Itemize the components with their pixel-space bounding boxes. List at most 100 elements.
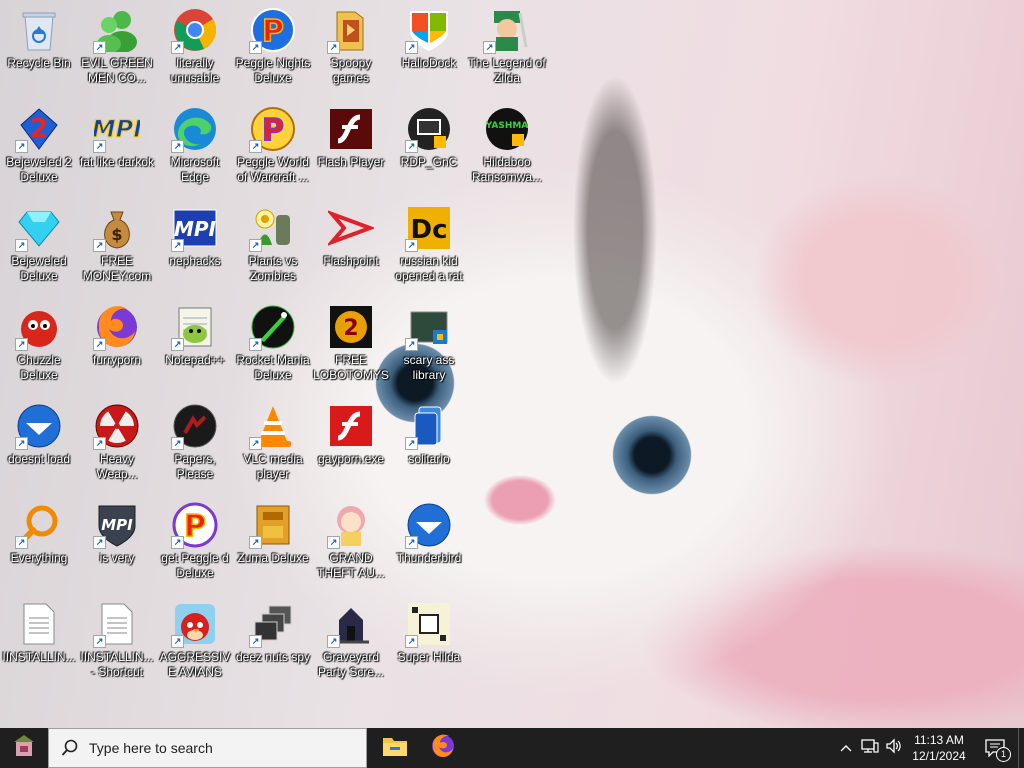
desktop-icon-get-peggle[interactable]: P ↗ get Peggle d Deluxe [156, 501, 234, 581]
shortcut-arrow-icon: ↗ [483, 41, 496, 54]
firefox-icon: ↗ [93, 303, 141, 351]
desktop-icon-label: Chuzzle Deluxe [17, 353, 61, 382]
mpi-icon: MPI ↗ [93, 105, 141, 153]
desktop-icon-notepad-plus-plus[interactable]: ↗ Notepad++ [156, 303, 234, 368]
shortcut-arrow-icon: ↗ [249, 41, 262, 54]
search-placeholder: Type here to search [89, 740, 213, 756]
search-magnifier-icon: ↗ [15, 501, 63, 549]
desktop-icon-label: literally unusable [170, 56, 220, 85]
desktop-icon-furryporn[interactable]: ↗ furryporn [78, 303, 156, 368]
rocket-icon: ↗ [249, 303, 297, 351]
desktop-icon-spoopy-games[interactable]: ↗ Spoopy games [312, 6, 390, 86]
network-status-button[interactable] [858, 728, 882, 768]
desktop-icon-recycle-bin[interactable]: Recycle Bin [0, 6, 78, 71]
action-center-button[interactable]: 1 [980, 728, 1011, 768]
desktop-icon-label: solitario [408, 452, 450, 466]
desktop-icon-russian-kid[interactable]: Dc ↗ russian kid opened a rat [390, 204, 468, 284]
taskbar-app-firefox[interactable] [419, 728, 467, 768]
mpi-shield-icon: MPI ↗ [93, 501, 141, 549]
svg-text:YASHMA: YASHMA [485, 121, 529, 131]
clock[interactable]: 11:13 AM 12/1/2024 [900, 732, 978, 764]
desktop-icon-label: Everything [10, 551, 68, 565]
start-menu-icon [10, 732, 38, 765]
desktop-icon-label: HalloDock [401, 56, 457, 70]
desktop-icon-solitario[interactable]: ↗ solitario [390, 402, 468, 467]
windows-shield-icon: ↗ [405, 6, 453, 54]
desktop-icon-peggle-world-of-warcraft[interactable]: P ↗ Peggle World of Warcraft ... [234, 105, 312, 185]
green-men-icon: ↗ [93, 6, 141, 54]
chevron-up-icon [840, 739, 852, 757]
shortcut-arrow-icon: ↗ [249, 140, 262, 153]
notepadpp-icon: ↗ [171, 303, 219, 351]
search-box[interactable]: Type here to search [48, 728, 367, 768]
desktop-icon-rdp-gnc[interactable]: ↗ RDP_GnC [390, 105, 468, 170]
desktop-icon-peggle-nights[interactable]: P ↗ Peggle Nights Deluxe [234, 6, 312, 86]
desktop-icon-thunderbird[interactable]: ↗ Thunderbird [390, 501, 468, 566]
radiation-icon: ↗ [93, 402, 141, 450]
svg-text:P: P [184, 509, 206, 544]
shortcut-arrow-icon: ↗ [405, 338, 418, 351]
desktop-icon-hallodock[interactable]: ↗ HalloDock [390, 6, 468, 71]
desktop-icon-doesnt-load[interactable]: ↗ doesnt load [0, 402, 78, 467]
text-file-icon: ↗ [93, 600, 141, 648]
desktop-icon-hildaboo-ransomware[interactable]: YASHMA Hildaboo Ransomwa... [468, 105, 546, 185]
desktop-icon-flashpoint[interactable]: Flashpoint [312, 204, 390, 269]
svg-text:MPI: MPI [94, 115, 140, 143]
desktop-icon-bejeweled-2[interactable]: 2 ↗ Bejeweled 2 Deluxe [0, 105, 78, 185]
firefox-icon [430, 733, 456, 764]
show-hidden-icons-button[interactable] [836, 728, 856, 768]
desktop-icon-super-hilda[interactable]: ↗ Super Hilda [390, 600, 468, 665]
desktop-icon-gayporn-exe[interactable]: gayporn.exe [312, 402, 390, 467]
desktop-icon-label: gayporn.exe [317, 452, 385, 466]
desktop-icon-chuzzle[interactable]: ↗ Chuzzle Deluxe [0, 303, 78, 383]
desktop-icon-grand-theft-auto[interactable]: ↗ GRAND THEFT AU... [312, 501, 390, 581]
desktop-icon-flash-player[interactable]: Flash Player [312, 105, 390, 170]
desktop-icon-plants-vs-zombies[interactable]: ↗ Plants vs Zombies [234, 204, 312, 284]
desktop-icon-graveyard-party[interactable]: ↗ Graveyard Party Scre... [312, 600, 390, 680]
desktop-icon-aggressive-avians[interactable]: ↗ AGGRESSIVE AVIANS [156, 600, 234, 680]
angry-bird-icon: ↗ [171, 600, 219, 648]
desktop-icon-is-very[interactable]: MPI ↗ is very [78, 501, 156, 566]
desktop-icon-legend-of-zilda[interactable]: ↗ The Legend of Zilda [468, 6, 546, 86]
desktop-icon-deez-nuts-spy[interactable]: ↗ deez nuts spy [234, 600, 312, 665]
shortcut-arrow-icon: ↗ [15, 437, 28, 450]
start-button[interactable] [0, 728, 48, 768]
desktop-icon-installing[interactable]: IINSTALLIN... [0, 600, 78, 665]
desktop-icon-scary-ass-library[interactable]: ↗ scary ass library [390, 303, 468, 383]
desktop-icon-microsoft-edge[interactable]: ↗ Microsoft Edge [156, 105, 234, 185]
show-desktop-button[interactable] [1018, 728, 1024, 768]
desktop-icon-bejeweled[interactable]: ↗ Bejeweled Deluxe [0, 204, 78, 284]
chuzzle-icon: ↗ [15, 303, 63, 351]
desktop-icon-rocket-mania[interactable]: ↗ Rocket Mania Deluxe [234, 303, 312, 383]
desktop-icon-evil-green-men[interactable]: ↗ EVIL GREEN MEN CO... [78, 6, 156, 86]
shortcut-arrow-icon: ↗ [327, 635, 340, 648]
shortcut-arrow-icon: ↗ [93, 140, 106, 153]
shortcut-arrow-icon: ↗ [249, 536, 262, 549]
desktop-icon-fat-like-darkok[interactable]: MPI ↗ fat like darkok [78, 105, 156, 170]
shortcut-arrow-icon: ↗ [405, 437, 418, 450]
desktop-icon-label: FREE LOBOTOMYS [313, 353, 389, 382]
desktop-icon-zuma-deluxe[interactable]: ↗ Zuma Deluxe [234, 501, 312, 566]
network-icon [861, 738, 879, 759]
desktop-icon-vlc[interactable]: ↗ VLC media player [234, 402, 312, 482]
desktop-icon-heavy-weapon[interactable]: ↗ Heavy Weap... [78, 402, 156, 482]
taskbar-app-file-explorer[interactable] [371, 728, 419, 768]
desktop-icon-papers-please[interactable]: ↗ Papers, Please [156, 402, 234, 482]
desktop-icon-nephacks[interactable]: MPI ↗ nephacks [156, 204, 234, 269]
desktop-icon-free-lobotomys[interactable]: 2 FREE LOBOTOMYS [312, 303, 390, 383]
desktop-icon-literally-unusable[interactable]: ↗ literally unusable [156, 6, 234, 86]
desktop-icon-label: Peggle Nights Deluxe [235, 56, 311, 85]
papers-please-icon: ↗ [171, 402, 219, 450]
desktop-icon-label: fat like darkok [79, 155, 155, 169]
desktop-icon-installing-shortcut[interactable]: ↗ IINSTALLIN... - Shortcut [78, 600, 156, 680]
desktop-icon-label: The Legend of Zilda [468, 56, 546, 85]
shortcut-arrow-icon: ↗ [171, 437, 184, 450]
taskbar: Type here to search 11:13 AM 12/1/2024 1 [0, 728, 1024, 768]
shortcut-arrow-icon: ↗ [171, 239, 184, 252]
desktop-icon-label: get Peggle d Deluxe [161, 551, 229, 580]
desktop-icon-label: Bejeweled Deluxe [11, 254, 67, 283]
desktop-icon-everything[interactable]: ↗ Everything [0, 501, 78, 566]
desktop-icon-label: russian kid opened a rat [395, 254, 463, 283]
desktop-icon-free-money[interactable]: $ ↗ FREE MONEY.com [78, 204, 156, 284]
desktop-icon-label: EVIL GREEN MEN CO... [81, 56, 153, 85]
